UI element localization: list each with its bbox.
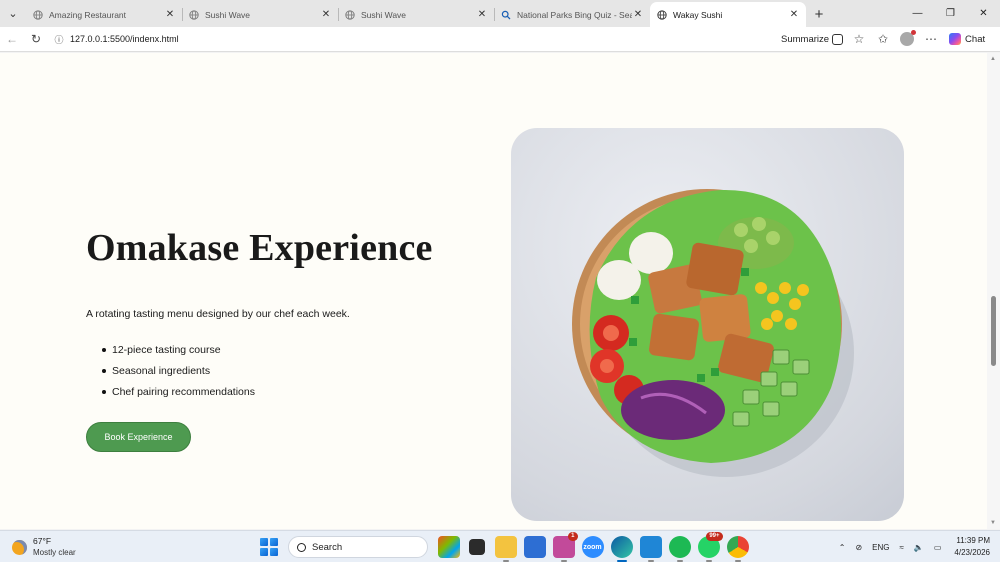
more-menu-icon[interactable]: ⋯ xyxy=(919,28,943,50)
summarize-label: Summarize xyxy=(781,33,830,45)
list-item: Chef pairing recommendations xyxy=(102,386,255,407)
taskbar: 67°F Mostly clear Search 1 zoom 99+ ⌃ ⊘ … xyxy=(0,530,1000,562)
summarize-icon xyxy=(832,33,844,45)
close-tab-icon[interactable]: ✕ xyxy=(476,9,488,20)
system-tray: ⌃ ⊘ ENG ≈ 🔈 ▭ 11:39 PM 4/23/2026 xyxy=(834,535,990,559)
network-off-icon[interactable]: ⊘ xyxy=(855,543,862,552)
scrollbar-thumb[interactable] xyxy=(991,296,996,366)
tab-title: Amazing Restaurant xyxy=(49,9,127,20)
weather-icon xyxy=(12,539,27,555)
task-view-icon[interactable] xyxy=(469,539,485,555)
globe-icon xyxy=(32,9,43,20)
zoom-app-icon[interactable]: zoom xyxy=(581,536,604,558)
whatsapp-badge: 99+ xyxy=(706,532,723,541)
tab-title: National Parks Bing Quiz - Search xyxy=(517,9,632,20)
search-icon xyxy=(297,542,306,552)
widgets-app-icon[interactable] xyxy=(437,536,460,558)
copilot-icon xyxy=(949,33,962,45)
store-app-icon[interactable] xyxy=(523,536,546,558)
back-arrow-icon[interactable]: ← xyxy=(0,28,24,50)
list-item: Seasonal ingredients xyxy=(102,365,255,386)
poke-bowl-image xyxy=(511,128,904,521)
close-tab-icon[interactable]: ✕ xyxy=(164,9,176,20)
avatar xyxy=(900,30,917,46)
taskbar-search[interactable]: Search xyxy=(288,536,428,558)
globe-icon xyxy=(656,9,667,20)
weather-widget[interactable]: 67°F Mostly clear xyxy=(12,536,76,558)
tab-sushi-wave-2[interactable]: Sushi Wave ✕ xyxy=(338,2,494,27)
search-icon xyxy=(500,9,511,20)
url-text: 127.0.0.1:5500/indenx.html xyxy=(70,34,179,44)
globe-icon xyxy=(188,9,199,20)
scroll-down-icon[interactable]: ▼ xyxy=(990,520,996,526)
spotify-app-icon[interactable] xyxy=(668,536,691,562)
tab-national-parks-quiz[interactable]: National Parks Bing Quiz - Search ✕ xyxy=(494,2,650,27)
favorites-list-icon[interactable]: ✩ xyxy=(871,28,895,50)
tab-title: Wakay Sushi xyxy=(673,9,723,20)
weather-condition: Mostly clear xyxy=(33,548,76,557)
teams-badge: 1 xyxy=(568,532,578,541)
scroll-up-icon[interactable]: ▲ xyxy=(990,56,996,62)
teams-app-icon[interactable]: 1 xyxy=(552,532,578,562)
search-label: Search xyxy=(312,541,343,553)
close-window-icon[interactable]: ✕ xyxy=(967,0,1000,27)
chat-label: Chat xyxy=(965,33,986,45)
close-tab-icon[interactable]: ✕ xyxy=(320,9,332,20)
vertical-scrollbar[interactable]: ▲ ▼ xyxy=(987,53,1000,529)
windows-start-icon[interactable] xyxy=(260,538,278,556)
battery-icon[interactable]: ▭ xyxy=(934,543,942,552)
window-controls: — ❐ ✕ xyxy=(901,0,1000,27)
language-indicator[interactable]: ENG xyxy=(872,543,889,552)
book-experience-button[interactable]: Book Experience xyxy=(86,422,191,452)
refresh-icon[interactable]: ↻ xyxy=(24,28,48,50)
file-explorer-icon[interactable] xyxy=(494,536,517,562)
globe-icon xyxy=(344,9,355,20)
list-item: 12-piece tasting course xyxy=(102,344,255,365)
tab-wakay-sushi[interactable]: Wakay Sushi ✕ xyxy=(650,2,806,27)
feature-list: 12-piece tasting course Seasonal ingredi… xyxy=(102,344,255,407)
wifi-icon[interactable]: ≈ xyxy=(899,543,903,552)
address-bar[interactable]: ⓘ 127.0.0.1:5500/indenx.html xyxy=(52,29,777,49)
clock-date: 4/23/2026 xyxy=(954,548,990,557)
tab-amazing-restaurant[interactable]: Amazing Restaurant ✕ xyxy=(26,2,182,27)
tab-strip: ⌄ Amazing Restaurant ✕ Sushi Wave ✕ Sush… xyxy=(0,0,1000,27)
edge-browser-icon[interactable] xyxy=(610,536,633,562)
tab-actions-chevron-icon[interactable]: ⌄ xyxy=(0,0,26,27)
clock-time: 11:39 PM xyxy=(956,536,990,545)
whatsapp-app-icon[interactable]: 99+ xyxy=(697,532,723,562)
copilot-chat-button[interactable]: Chat xyxy=(943,33,991,45)
minimize-icon[interactable]: — xyxy=(901,0,934,27)
clock[interactable]: 11:39 PM 4/23/2026 xyxy=(954,535,990,559)
volume-icon[interactable]: 🔈 xyxy=(914,543,924,552)
restore-icon[interactable]: ❐ xyxy=(934,0,967,27)
new-tab-plus-icon[interactable]: + xyxy=(806,2,832,27)
tab-sushi-wave[interactable]: Sushi Wave ✕ xyxy=(182,2,338,27)
summarize-button[interactable]: Summarize xyxy=(777,33,847,45)
weather-temp: 67°F xyxy=(33,536,52,546)
vscode-app-icon[interactable] xyxy=(639,536,662,562)
chevron-up-icon[interactable]: ⌃ xyxy=(839,543,846,552)
tab-title: Sushi Wave xyxy=(361,9,407,20)
close-tab-icon[interactable]: ✕ xyxy=(632,9,644,20)
close-tab-icon[interactable]: ✕ xyxy=(788,9,800,20)
page-description: A rotating tasting menu designed by our … xyxy=(86,308,350,320)
chrome-app-icon[interactable] xyxy=(726,536,749,562)
favorite-star-icon[interactable]: ☆ xyxy=(847,28,871,50)
profile-button[interactable] xyxy=(895,28,919,50)
site-info-icon[interactable]: ⓘ xyxy=(52,33,66,46)
browser-toolbar: ← ↻ ⓘ 127.0.0.1:5500/indenx.html Summari… xyxy=(0,27,1000,52)
page-title: Omakase Experience xyxy=(86,227,433,269)
tab-title: Sushi Wave xyxy=(205,9,251,20)
